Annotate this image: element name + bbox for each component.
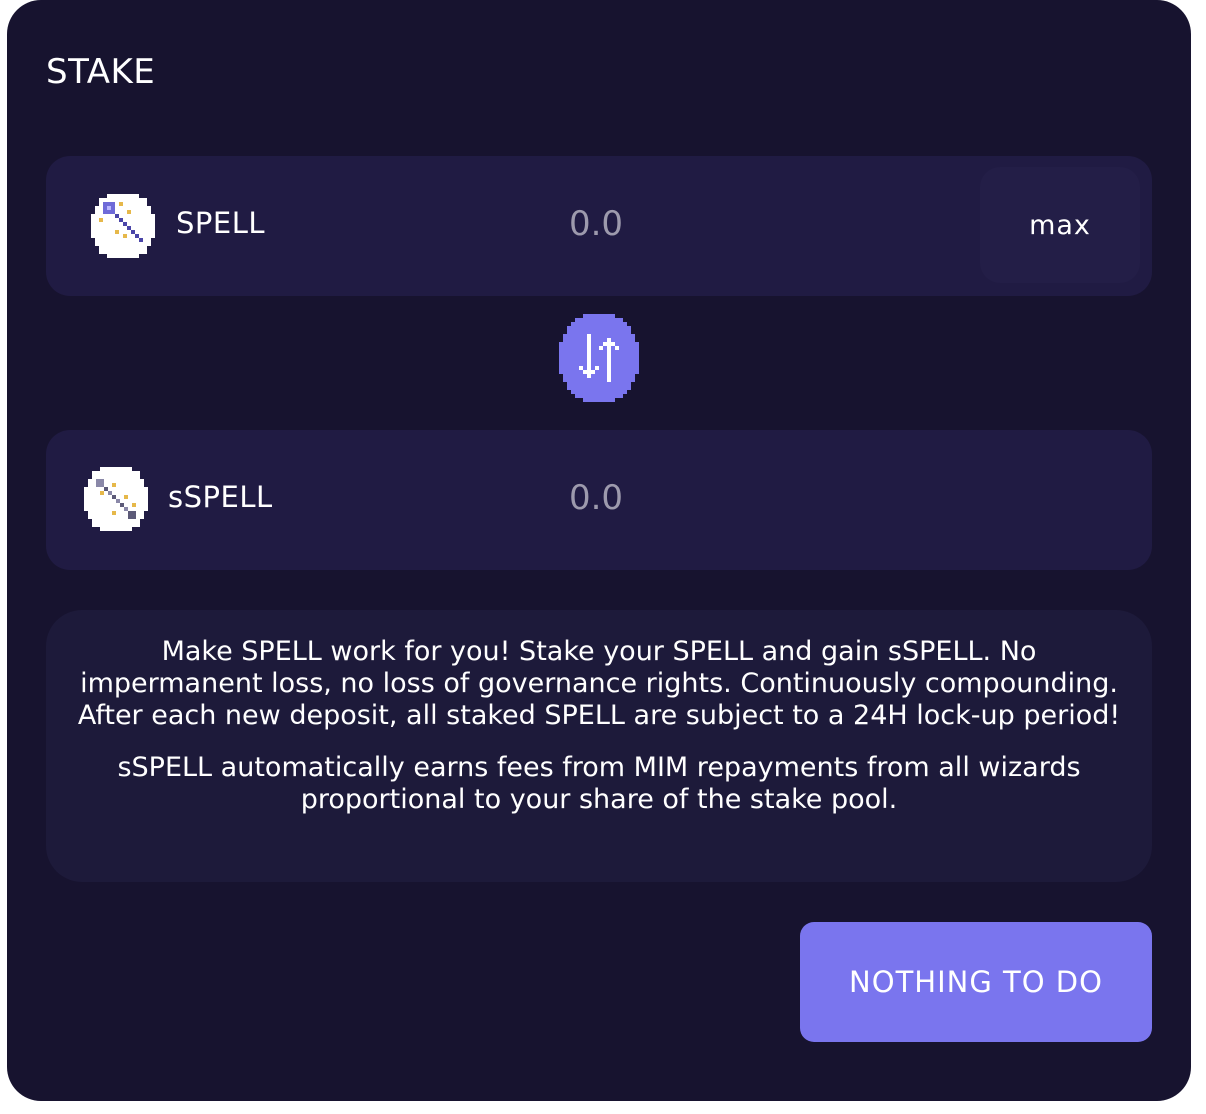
info-paragraph: sSPELL automatically earns fees from MIM… bbox=[117, 752, 1081, 815]
max-button[interactable]: max bbox=[980, 167, 1140, 283]
from-token-symbol: SPELL bbox=[176, 206, 266, 240]
from-token-row: SPELL max bbox=[46, 156, 1152, 296]
swap-arrows-icon[interactable] bbox=[555, 314, 643, 402]
magic-staff-icon bbox=[84, 467, 148, 531]
info-paragraph: Make SPELL work for you! Stake your SPEL… bbox=[77, 636, 1121, 731]
receive-amount-input[interactable] bbox=[426, 468, 766, 528]
to-token-symbol: sSPELL bbox=[168, 480, 273, 514]
stake-card: STAKE SPELL max bbox=[7, 0, 1191, 1101]
to-token-row: sSPELL bbox=[46, 430, 1152, 570]
stake-action-button[interactable]: NOTHING TO DO bbox=[800, 922, 1152, 1042]
card-title: STAKE bbox=[46, 52, 156, 92]
staking-info: Make SPELL work for you! Stake your SPEL… bbox=[46, 610, 1152, 882]
stake-amount-input[interactable] bbox=[426, 194, 766, 254]
magic-wand-icon bbox=[91, 194, 155, 258]
